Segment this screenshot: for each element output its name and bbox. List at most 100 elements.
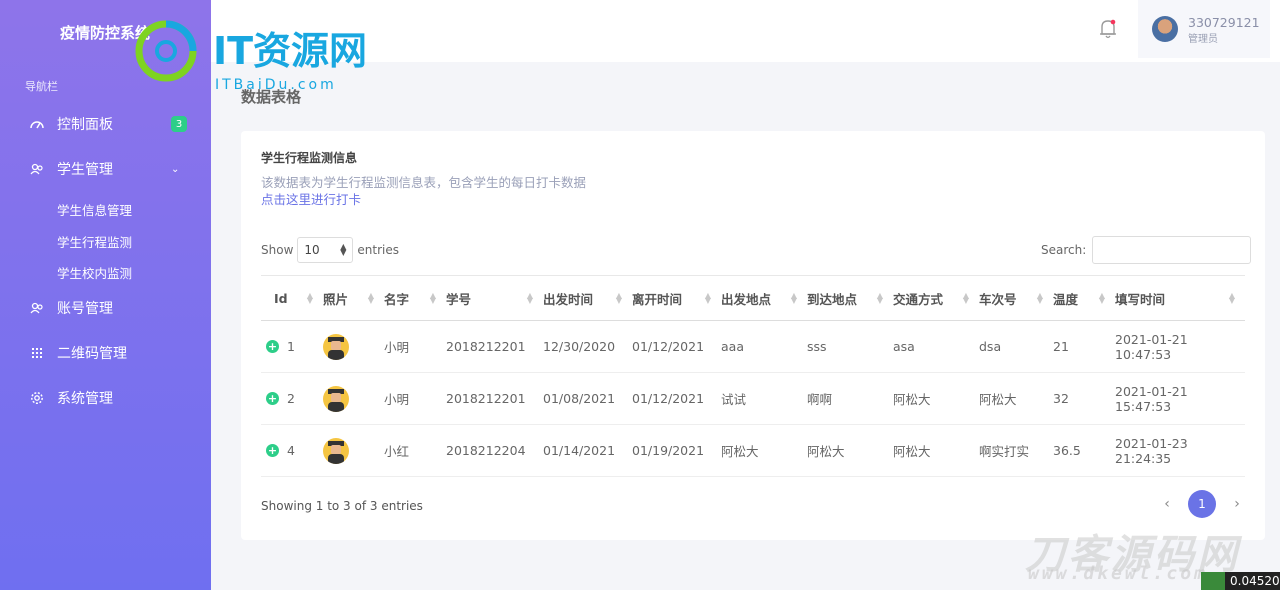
cell-depart-time: 01/14/2021: [543, 424, 632, 477]
cell-temperature: 32: [1053, 372, 1115, 425]
column-header-from[interactable]: 出发地点 ▲ ▼: [721, 275, 807, 321]
grid-icon: [29, 345, 45, 361]
sort-icon: ▲ ▼: [704, 291, 711, 305]
column-header-temperature[interactable]: 温度 ▲ ▼: [1053, 275, 1115, 321]
cell-leave-time: 01/19/2021: [632, 424, 721, 477]
cell-leave-time: 01/12/2021: [632, 320, 721, 373]
pagination-prev[interactable]: ‹: [1153, 490, 1181, 518]
page-length-value: 10: [304, 243, 320, 257]
cell-from: aaa: [721, 320, 807, 373]
column-header-id[interactable]: Id ▲ ▼: [261, 275, 323, 321]
cell-student-id: 2018212201: [446, 320, 543, 373]
sidebar-item-accounts[interactable]: 账号管理: [0, 288, 211, 328]
column-header-to[interactable]: 到达地点 ▲ ▼: [807, 275, 893, 321]
cell-filled-time: 2021-01-23 21:24:35: [1115, 424, 1245, 477]
search-input[interactable]: [1092, 236, 1252, 264]
cell-filled-time: 2021-01-21 10:47:53: [1115, 320, 1245, 373]
column-header-photo[interactable]: 照片 ▲ ▼: [323, 275, 384, 321]
expand-row-icon[interactable]: +: [266, 392, 279, 405]
select-arrows-icon: ▲ ▼: [340, 242, 347, 257]
card-title: 学生行程监测信息: [261, 151, 358, 165]
users-icon: [29, 300, 45, 316]
cell-to: 阿松大: [807, 424, 893, 477]
avatar: [1152, 16, 1178, 42]
sort-icon: ▲ ▼: [876, 291, 883, 305]
sidebar-item-students[interactable]: 学生管理 ⌄: [0, 149, 211, 189]
gear-icon: [29, 390, 45, 406]
expand-row-icon[interactable]: +: [266, 444, 279, 457]
nav-section-label: 导航栏: [25, 80, 58, 93]
page-title: 数据表格: [241, 88, 302, 106]
cell-leave-time: 01/12/2021: [632, 372, 721, 425]
column-header-leave-time[interactable]: 离开时间 ▲ ▼: [632, 275, 721, 321]
pagination: ‹ 1 ›: [1153, 490, 1251, 518]
search-label: Search:: [1041, 243, 1087, 257]
cell-from: 试试: [721, 372, 807, 425]
pagination-next[interactable]: ›: [1223, 490, 1251, 518]
student-photo: [323, 385, 349, 412]
sidebar-item-dashboard[interactable]: 控制面板 3: [0, 104, 211, 144]
checkin-link[interactable]: 点击这里进行打卡: [261, 189, 361, 208]
page-length-select[interactable]: 10 ▲ ▼: [297, 237, 354, 263]
table-row: +1 小明 2018212201 12/30/2020 01/12/2021 a…: [261, 320, 1245, 373]
sidebar-subitem-student-info[interactable]: 学生信息管理: [57, 200, 132, 219]
sort-icon: ▲ ▼: [1228, 291, 1235, 305]
username: 330729121: [1188, 15, 1260, 30]
length-control: Show 10 ▲ ▼ entries: [261, 237, 399, 263]
student-photo: [323, 437, 349, 464]
cell-id: 4: [287, 443, 295, 458]
search-control: Search:: [1041, 236, 1252, 264]
expand-row-icon[interactable]: +: [266, 340, 279, 353]
sort-icon: ▲ ▼: [1098, 291, 1105, 305]
chevron-down-icon: ⌄: [171, 163, 180, 175]
sort-icon: ▲ ▼: [615, 291, 622, 305]
cell-transport: asa: [893, 320, 979, 373]
cell-filled-time: 2021-01-21 15:47:53: [1115, 372, 1245, 425]
user-menu[interactable]: 330729121 管理员: [1138, 0, 1270, 58]
table-row: +4 小红 2018212204 01/14/2021 01/19/2021 阿…: [261, 424, 1245, 477]
sidebar-item-label: 控制面板: [57, 117, 113, 133]
corner-graph-icon: [1201, 572, 1225, 590]
cell-depart-time: 01/08/2021: [543, 372, 632, 425]
cell-from: 阿松大: [721, 424, 807, 477]
cell-name: 小明: [384, 320, 446, 373]
sidebar-item-qrcode[interactable]: 二维码管理: [0, 333, 211, 373]
data-table: Id ▲ ▼ 照片 ▲ ▼ 名字 ▲ ▼ 学号 ▲ ▼ 出发时间 ▲ ▼ 离开时间 ▲ ▼ 出发地点 ▲ ▼…: [261, 275, 1245, 477]
sort-icon: ▲ ▼: [429, 291, 436, 305]
column-header-depart-time[interactable]: 出发时间 ▲ ▼: [543, 275, 632, 321]
sort-icon: ▲ ▼: [1036, 291, 1043, 305]
pagination-page-1[interactable]: 1: [1188, 490, 1216, 518]
sidebar-item-label: 二维码管理: [57, 346, 127, 362]
sidebar-subitem-travel-monitor[interactable]: 学生行程监测: [57, 232, 132, 251]
show-label: Show: [261, 243, 294, 257]
column-header-student-id[interactable]: 学号 ▲ ▼: [446, 275, 543, 321]
sidebar-item-label: 系统管理: [57, 391, 113, 407]
sort-icon: ▲ ▼: [790, 291, 797, 305]
cell-temperature: 21: [1053, 320, 1115, 373]
sort-icon: ▲ ▼: [306, 291, 313, 305]
cell-student-id: 2018212201: [446, 372, 543, 425]
student-photo: [323, 333, 349, 360]
watermark-url: www.dkewl.com: [1028, 563, 1208, 584]
cell-to: sss: [807, 320, 893, 373]
sidebar-subitem-campus-monitor[interactable]: 学生校内监测: [57, 263, 132, 282]
cell-temperature: 36.5: [1053, 424, 1115, 477]
column-header-name[interactable]: 名字 ▲ ▼: [384, 275, 446, 321]
column-header-train-no[interactable]: 车次号 ▲ ▼: [979, 275, 1053, 321]
sidebar-item-system[interactable]: 系统管理: [0, 378, 211, 418]
cell-depart-time: 12/30/2020: [543, 320, 632, 373]
sidebar-item-label: 账号管理: [57, 301, 113, 317]
sidebar-item-label: 学生管理: [57, 162, 113, 178]
cell-train-no: 啊实打实: [979, 424, 1053, 477]
table-row: +2 小明 2018212201 01/08/2021 01/12/2021 试…: [261, 372, 1245, 425]
column-header-filled-time[interactable]: 填写时间 ▲ ▼: [1115, 275, 1245, 321]
count-badge: 3: [171, 116, 187, 132]
cell-train-no: 阿松大: [979, 372, 1053, 425]
cell-to: 啊啊: [807, 372, 893, 425]
bell-icon[interactable]: [1098, 18, 1118, 40]
svg-text:IT资源网: IT资源网: [213, 29, 367, 73]
dashboard-icon: [29, 116, 45, 132]
cell-id: 2: [287, 391, 295, 406]
cell-id: 1: [287, 339, 295, 354]
column-header-transport[interactable]: 交通方式 ▲ ▼: [893, 275, 979, 321]
